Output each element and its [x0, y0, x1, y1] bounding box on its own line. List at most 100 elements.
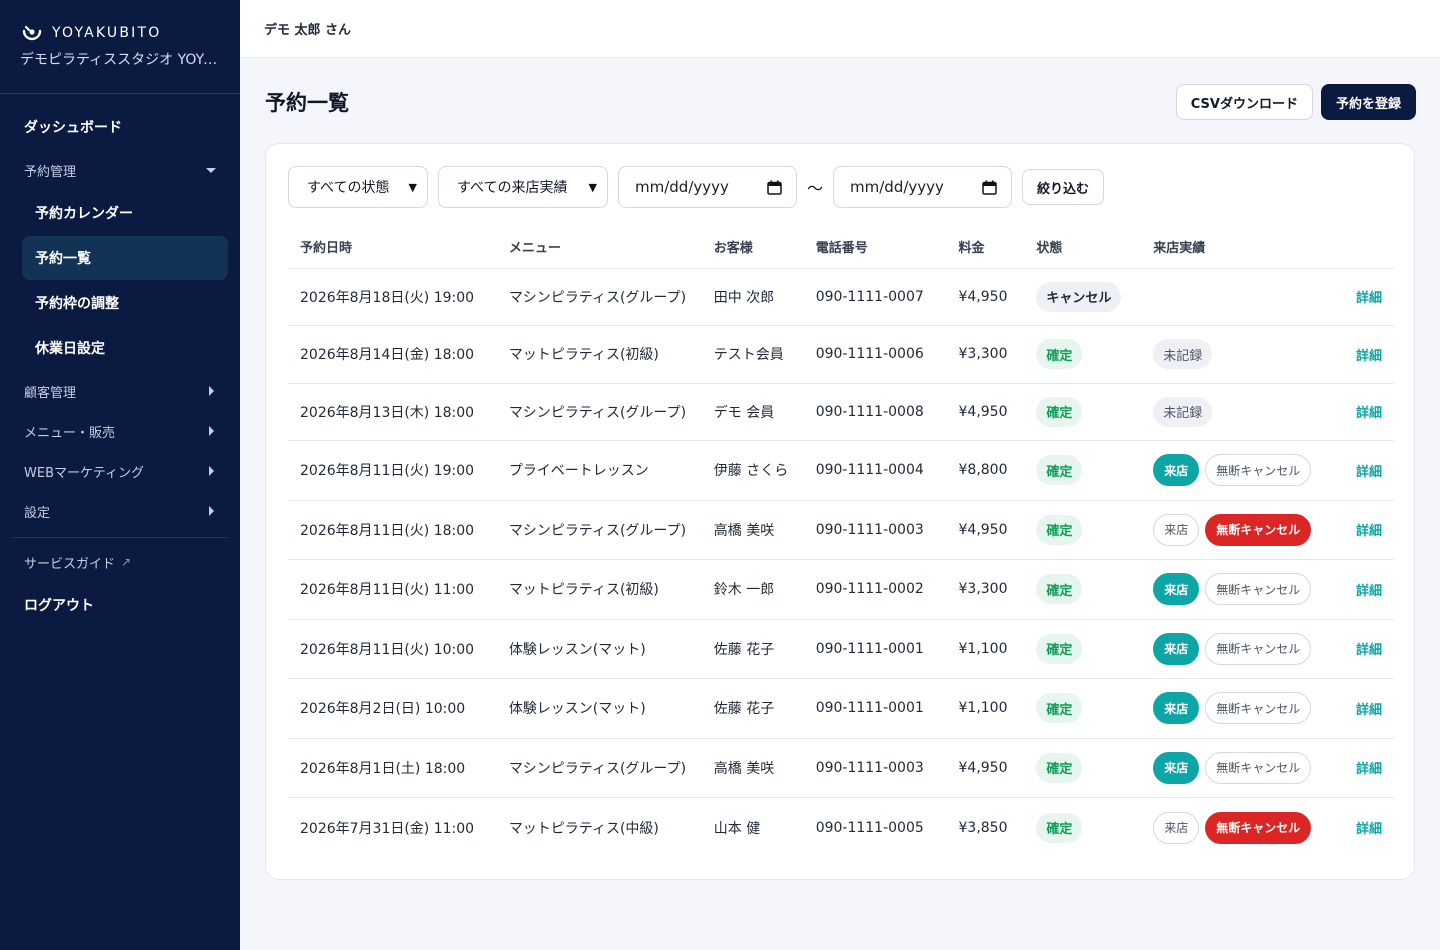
- sidebar-item-slot-adjust[interactable]: 予約枠の調整: [12, 281, 228, 325]
- sidebar-item-dashboard[interactable]: ダッシュボード: [12, 104, 228, 150]
- sidebar-item-holidays[interactable]: 休業日設定: [12, 326, 228, 370]
- noshow-button[interactable]: 無断キャンセル: [1205, 573, 1312, 606]
- noshow-button[interactable]: 無断キャンセル: [1205, 811, 1312, 844]
- cell-status: 確定: [1024, 440, 1142, 501]
- cell-date: 2026年8月11日(火) 11:00: [288, 559, 497, 620]
- sidebar-item-reservation-list[interactable]: 予約一覧: [22, 236, 228, 280]
- cell-customer: 鈴木 一郎: [701, 559, 804, 620]
- page-header: 予約一覧 CSVダウンロード 予約を登録: [265, 84, 1416, 120]
- visit-toggle-group: 来店 無断キャンセル: [1153, 751, 1312, 784]
- noshow-button[interactable]: 無断キャンセル: [1205, 454, 1312, 487]
- visit-button[interactable]: 来店: [1153, 513, 1200, 546]
- noshow-button[interactable]: 無断キャンセル: [1205, 632, 1312, 665]
- sidebar-group-settings[interactable]: 設定: [12, 491, 228, 531]
- status-badge: 確定: [1036, 396, 1083, 427]
- cell-visit: [1141, 268, 1324, 326]
- cell-customer: 佐藤 花子: [701, 678, 804, 739]
- column-header-customer: お客様: [701, 226, 804, 269]
- reservation-list-card: すべての状態 ▼ すべての来店実績 ▼ mm/dd/yyyy 〜 mm/dd/y…: [265, 143, 1415, 880]
- detail-link[interactable]: 詳細: [1323, 678, 1394, 739]
- sidebar-group-menu-sales[interactable]: メニュー・販売: [12, 411, 228, 451]
- visit-button[interactable]: 来店: [1153, 632, 1200, 665]
- noshow-button[interactable]: 無断キャンセル: [1205, 513, 1312, 546]
- cell-customer: 佐藤 花子: [701, 619, 804, 679]
- cell-price: ¥4,950: [946, 500, 1025, 560]
- cell-phone: 090-1111-0001: [803, 619, 947, 679]
- detail-link[interactable]: 詳細: [1323, 738, 1394, 798]
- cell-price: ¥4,950: [946, 383, 1025, 441]
- noshow-button[interactable]: 無断キャンセル: [1205, 751, 1312, 784]
- cell-price: ¥3,300: [946, 559, 1025, 620]
- detail-link[interactable]: 詳細: [1323, 559, 1394, 620]
- status-select[interactable]: すべての状態 ▼: [288, 166, 428, 208]
- visit-button[interactable]: 来店: [1153, 811, 1200, 844]
- date-range-separator: 〜: [807, 179, 824, 198]
- cell-menu: プライベートレッスン: [496, 440, 702, 501]
- detail-link[interactable]: 詳細: [1323, 619, 1394, 679]
- cell-visit: 未記録: [1141, 325, 1324, 384]
- visit-button[interactable]: 来店: [1153, 454, 1200, 487]
- external-link-icon: ↗: [121, 555, 132, 569]
- visit-select-value: すべての来店実績: [457, 180, 568, 196]
- sidebar-item-label: 休業日設定: [35, 341, 105, 357]
- column-header-menu: メニュー: [496, 226, 702, 269]
- sidebar-divider: [12, 537, 228, 538]
- cell-price: ¥4,950: [946, 738, 1025, 798]
- table-row: 2026年8月11日(火) 18:00 マシンピラティス(グループ) 高橋 美咲…: [288, 500, 1394, 560]
- detail-link[interactable]: 詳細: [1323, 325, 1394, 384]
- user-name[interactable]: デモ 太郎 さん: [264, 19, 351, 38]
- date-to-input[interactable]: mm/dd/yyyy: [833, 166, 1013, 208]
- calendar-icon[interactable]: [982, 180, 997, 195]
- cell-phone: 090-1111-0007: [803, 268, 947, 326]
- sidebar-group-label: 顧客管理: [24, 385, 77, 401]
- cell-price: ¥1,100: [946, 619, 1025, 679]
- sidebar-item-logout[interactable]: ログアウト: [12, 582, 228, 628]
- table-header-row: 予約日時 メニュー お客様 電話番号 料金 状態 来店実績: [288, 226, 1394, 269]
- sidebar-group-reservation[interactable]: 予約管理: [12, 150, 228, 190]
- register-reservation-button[interactable]: 予約を登録: [1320, 84, 1416, 120]
- cell-phone: 090-1111-0008: [803, 383, 947, 441]
- brand-logo[interactable]: YOYAKUBITO: [20, 20, 220, 46]
- sidebar-group-web-marketing[interactable]: WEBマーケティング: [12, 451, 228, 491]
- sidebar-item-service-guide[interactable]: サービスガイド ↗: [12, 542, 228, 582]
- cell-visit: 来店 無断キャンセル: [1141, 798, 1323, 858]
- column-header-phone: 電話番号: [803, 226, 947, 269]
- sidebar-group-customers[interactable]: 顧客管理: [12, 371, 228, 411]
- date-from-input[interactable]: mm/dd/yyyy: [618, 166, 797, 208]
- visit-button[interactable]: 来店: [1153, 751, 1200, 784]
- status-badge: 確定: [1036, 752, 1083, 783]
- cell-date: 2026年8月11日(火) 18:00: [288, 500, 497, 560]
- status-badge: キャンセル: [1036, 281, 1122, 312]
- cell-phone: 090-1111-0004: [803, 440, 947, 501]
- column-header-actions: [1323, 226, 1394, 269]
- status-badge: 確定: [1036, 574, 1083, 605]
- detail-link[interactable]: 詳細: [1323, 500, 1394, 560]
- cell-date: 2026年8月14日(金) 18:00: [288, 325, 497, 384]
- detail-link[interactable]: 詳細: [1323, 440, 1394, 501]
- detail-link[interactable]: 詳細: [1323, 798, 1394, 858]
- sidebar-item-label: サービスガイド: [24, 556, 116, 572]
- cell-menu: マットピラティス(中級): [508, 820, 659, 837]
- cell-visit: 来店 無断キャンセル: [1141, 738, 1324, 798]
- cell-status: 確定: [1024, 383, 1142, 441]
- detail-link[interactable]: 詳細: [1323, 383, 1394, 441]
- sidebar-group-label: 予約管理: [24, 164, 77, 180]
- table-row: 2026年8月1日(土) 18:00 マシンピラティス(グループ) 高橋 美咲 …: [288, 738, 1394, 798]
- cell-customer: 高橋 美咲: [701, 500, 804, 560]
- visit-button[interactable]: 来店: [1153, 573, 1200, 606]
- cell-date: 2026年8月1日(土) 18:00: [288, 738, 497, 798]
- visit-button[interactable]: 来店: [1153, 692, 1200, 725]
- studio-name: デモピラティススタジオ YOYAKUBITO: [20, 52, 224, 68]
- noshow-button[interactable]: 無断キャンセル: [1205, 692, 1312, 725]
- brand-name: YOYAKUBITO: [52, 25, 162, 41]
- apply-filter-button[interactable]: 絞り込む: [1022, 169, 1105, 205]
- csv-download-button[interactable]: CSVダウンロード: [1175, 84, 1313, 120]
- detail-link[interactable]: 詳細: [1323, 268, 1394, 326]
- sidebar-nav: ダッシュボード 予約管理 予約カレンダー 予約一覧 予約枠の調整 休業日設定 顧…: [0, 94, 240, 628]
- sidebar-item-label: ログアウト: [24, 598, 94, 614]
- calendar-icon[interactable]: [767, 180, 782, 195]
- cell-visit: 未記録: [1141, 383, 1324, 441]
- visit-select[interactable]: すべての来店実績 ▼: [438, 166, 608, 208]
- cell-menu: マシンピラティス(グループ): [496, 383, 702, 441]
- sidebar-item-reservation-calendar[interactable]: 予約カレンダー: [12, 191, 228, 235]
